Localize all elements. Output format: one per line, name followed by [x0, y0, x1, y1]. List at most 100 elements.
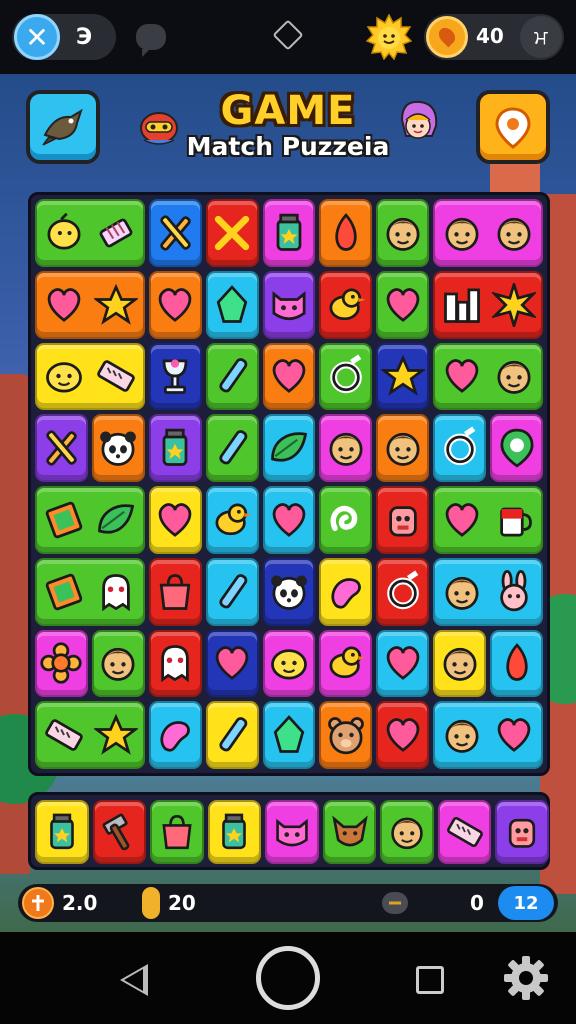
board-tile[interactable]: [319, 414, 373, 482]
board-tile[interactable]: [376, 342, 430, 411]
board-tile[interactable]: [205, 199, 259, 267]
face-icon: [445, 217, 479, 251]
board-tile[interactable]: [376, 557, 430, 626]
level-button[interactable]: 12: [498, 886, 554, 920]
board-tile[interactable]: [262, 199, 316, 267]
board-tile[interactable]: [91, 629, 145, 698]
tray-tile[interactable]: [150, 800, 204, 864]
jar-icon: [276, 213, 302, 251]
board-tile[interactable]: [35, 342, 145, 411]
board-tile[interactable]: [433, 199, 543, 267]
board-tile[interactable]: [433, 342, 543, 411]
jar-icon: [222, 813, 247, 850]
bag-icon: [159, 573, 191, 610]
chat-bubble-icon[interactable]: [136, 24, 166, 57]
board-tile[interactable]: [205, 701, 259, 769]
board-tile[interactable]: [148, 486, 202, 554]
tray-tile[interactable]: [322, 800, 377, 864]
bird-icon: [329, 288, 366, 320]
close-count: Э: [76, 24, 93, 50]
board-tile[interactable]: [35, 199, 145, 267]
board-tile[interactable]: [35, 414, 88, 482]
board-tile[interactable]: [433, 701, 543, 769]
board-tile[interactable]: [35, 270, 145, 339]
board-tile[interactable]: [205, 629, 259, 698]
board-tile[interactable]: [319, 701, 373, 769]
board-tile[interactable]: [262, 557, 316, 626]
board-tile[interactable]: [319, 342, 373, 411]
board-tile[interactable]: [205, 342, 259, 411]
home-circle-icon[interactable]: [256, 946, 320, 1010]
heart-icon: [386, 718, 420, 752]
board-tile[interactable]: [376, 199, 430, 267]
back-triangle-icon[interactable]: [120, 964, 148, 996]
board-tile[interactable]: [433, 270, 543, 339]
board-tile[interactable]: [319, 199, 373, 267]
board-tile[interactable]: [262, 629, 316, 698]
board-tile[interactable]: [148, 414, 202, 482]
swap-icon[interactable]: ਮ: [520, 16, 562, 58]
plus-badge-icon: [22, 887, 54, 919]
board-tile[interactable]: [262, 701, 316, 769]
board-tile[interactable]: [319, 629, 373, 698]
board-tile[interactable]: [433, 486, 543, 554]
board-tile[interactable]: [319, 486, 373, 554]
gear-icon[interactable]: [502, 954, 550, 1002]
recent-square-icon[interactable]: [416, 966, 444, 994]
board-tile[interactable]: [205, 486, 259, 554]
board-tile[interactable]: [319, 270, 373, 339]
tray-tile[interactable]: [495, 800, 549, 864]
board-tile[interactable]: [148, 629, 202, 698]
board-tile[interactable]: [376, 701, 430, 769]
board-tile[interactable]: [376, 270, 430, 339]
board-tile[interactable]: [205, 557, 259, 626]
board-tile[interactable]: [35, 701, 145, 769]
board-tile[interactable]: [319, 557, 373, 626]
board-tile[interactable]: [262, 342, 316, 411]
board-tile[interactable]: [262, 270, 316, 339]
sun-icon[interactable]: [366, 14, 412, 60]
board-tile[interactable]: [376, 414, 430, 482]
swirl-icon: [330, 505, 358, 531]
board-tile[interactable]: [35, 629, 88, 698]
tray-tile[interactable]: [92, 800, 147, 864]
mug-icon: [500, 507, 532, 537]
tray-tile[interactable]: [207, 800, 262, 864]
board-tile[interactable]: [91, 414, 145, 482]
coin-icon: [142, 887, 160, 919]
board-tile[interactable]: [148, 557, 202, 626]
tray-tile[interactable]: [380, 800, 434, 864]
level-value: 12: [513, 892, 539, 914]
board-tile[interactable]: [433, 629, 487, 698]
board-tile[interactable]: [148, 270, 202, 339]
close-x-icon[interactable]: ✕: [14, 14, 60, 60]
board-tile[interactable]: [433, 557, 543, 626]
face-icon: [101, 648, 135, 682]
board-tile[interactable]: [35, 557, 145, 626]
board-tile[interactable]: [376, 629, 430, 698]
tray-tile[interactable]: [437, 800, 492, 864]
panda-face-icon: [100, 431, 137, 466]
ring-icon: [386, 570, 419, 609]
x-mark-icon: [214, 215, 250, 251]
board-tile[interactable]: [148, 199, 202, 267]
board-tile[interactable]: [490, 629, 543, 698]
tray-tile[interactable]: [35, 800, 89, 864]
board-tile[interactable]: [262, 414, 316, 482]
tray-tile[interactable]: [265, 800, 319, 864]
board-tile[interactable]: [376, 486, 430, 554]
bean-icon: [160, 721, 191, 752]
bag-icon: [162, 814, 192, 850]
board-tile[interactable]: [433, 414, 487, 482]
face-icon: [386, 433, 420, 466]
board-tile[interactable]: [490, 414, 543, 482]
board-tile[interactable]: [205, 414, 259, 482]
star-icon: [93, 283, 138, 325]
board-tile[interactable]: [35, 486, 145, 554]
board-tile[interactable]: [205, 270, 259, 339]
tile-tray: [28, 792, 550, 870]
board-tile[interactable]: [148, 701, 202, 769]
board-tile[interactable]: [262, 486, 316, 554]
stats-bar: 2.0 20 0 12: [18, 884, 558, 922]
board-tile[interactable]: [148, 342, 202, 411]
